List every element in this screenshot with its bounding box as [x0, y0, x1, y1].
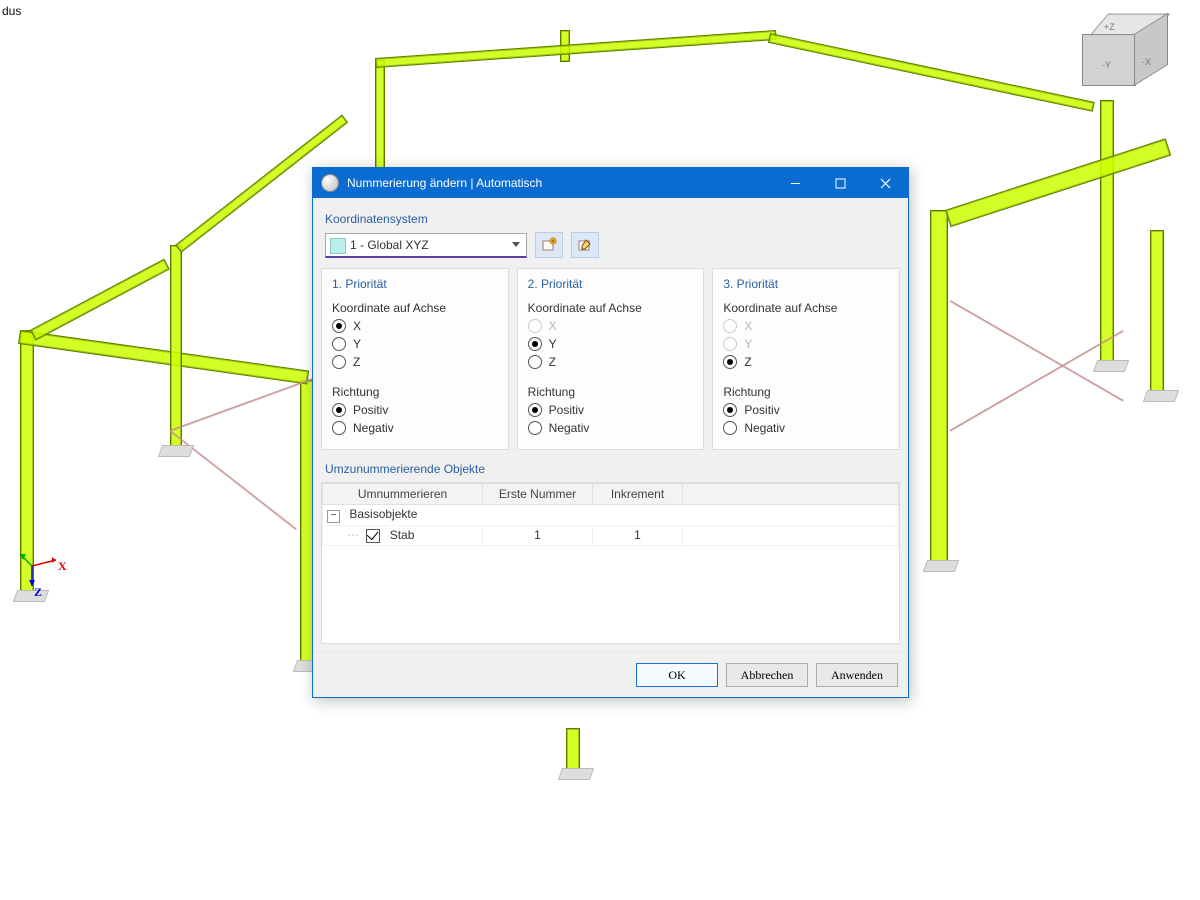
p2-axis-y[interactable]: Y	[528, 337, 694, 351]
dir-group-label: Richtung	[332, 385, 498, 399]
navcube-label: +Z	[1104, 22, 1115, 32]
p3-axis-x: X	[723, 319, 889, 333]
apply-button[interactable]: Anwenden	[816, 663, 898, 687]
row-checkbox[interactable]	[366, 529, 380, 543]
p3-dir-neg[interactable]: Negativ	[723, 421, 889, 435]
p1-dir-pos[interactable]: Positiv	[332, 403, 498, 417]
table-group-row[interactable]: − Basisobjekte	[323, 505, 899, 526]
col-spacer	[683, 484, 899, 505]
close-button[interactable]	[863, 168, 908, 198]
renumber-dialog: Nummerierung ändern | Automatisch Koordi…	[312, 167, 909, 698]
coord-color-swatch	[330, 238, 346, 254]
priority-1-title: 1. Priorität	[332, 277, 498, 291]
col-renumber[interactable]: Umnummerieren	[323, 484, 483, 505]
section-objects-label: Umzunummerierende Objekte	[325, 462, 896, 476]
p1-axis-y[interactable]: Y	[332, 337, 498, 351]
p3-dir-pos[interactable]: Positiv	[723, 403, 889, 417]
navcube-label: -X	[1142, 57, 1151, 67]
axis-group-label: Koordinate auf Achse	[723, 301, 889, 315]
maximize-button[interactable]	[818, 168, 863, 198]
ok-button[interactable]: OK	[636, 663, 718, 687]
p2-axis-z[interactable]: Z	[528, 355, 694, 369]
dialog-footer: OK Abbrechen Anwenden	[313, 652, 908, 697]
p3-axis-z[interactable]: Z	[723, 355, 889, 369]
row-increment[interactable]: 1	[593, 526, 683, 546]
p1-dir-neg[interactable]: Negativ	[332, 421, 498, 435]
row-first[interactable]: 1	[483, 526, 593, 546]
section-coord-label: Koordinatensystem	[325, 212, 896, 226]
axis-z-label: Z	[34, 586, 42, 598]
chevron-down-icon	[512, 242, 520, 247]
coord-system-value: 1 - Global XYZ	[350, 238, 429, 252]
dir-group-label: Richtung	[528, 385, 694, 399]
navcube-label: -Y	[1102, 60, 1111, 70]
table-row[interactable]: ⋯ Stab 1 1	[323, 526, 899, 546]
app-icon	[321, 174, 339, 192]
viewport: dus	[0, 0, 1200, 900]
p1-axis-z[interactable]: Z	[332, 355, 498, 369]
navigation-cube[interactable]: +Z -X -Y	[1082, 12, 1170, 100]
axis-group-label: Koordinate auf Achse	[528, 301, 694, 315]
axis-x-label: X	[58, 560, 67, 572]
cancel-button[interactable]: Abbrechen	[726, 663, 808, 687]
objects-table: Umnummerieren Erste Nummer Inkrement − B…	[322, 483, 899, 546]
p2-dir-pos[interactable]: Positiv	[528, 403, 694, 417]
dir-group-label: Richtung	[723, 385, 889, 399]
p2-dir-neg[interactable]: Negativ	[528, 421, 694, 435]
dialog-title: Nummerierung ändern | Automatisch	[347, 176, 773, 190]
coord-system-select[interactable]: 1 - Global XYZ	[325, 233, 527, 258]
priority-3-panel: 3. Priorität Koordinate auf Achse X Y Z …	[712, 268, 900, 450]
tree-branch-icon: ⋯	[347, 528, 363, 542]
new-coord-button[interactable]	[535, 232, 563, 258]
objects-table-wrap[interactable]: Umnummerieren Erste Nummer Inkrement − B…	[321, 482, 900, 644]
axis-gizmo: X Z	[14, 536, 74, 596]
row-label: Stab	[390, 528, 415, 542]
edit-coord-button[interactable]	[571, 232, 599, 258]
priority-2-panel: 2. Priorität Koordinate auf Achse X Y Z …	[517, 268, 705, 450]
col-increment[interactable]: Inkrement	[593, 484, 683, 505]
priority-1-panel: 1. Priorität Koordinate auf Achse X Y Z …	[321, 268, 509, 450]
tree-collapse-icon[interactable]: −	[327, 510, 340, 523]
p1-axis-x[interactable]: X	[332, 319, 498, 333]
dialog-titlebar[interactable]: Nummerierung ändern | Automatisch	[313, 168, 908, 198]
priority-2-title: 2. Priorität	[528, 277, 694, 291]
minimize-button[interactable]	[773, 168, 818, 198]
col-first[interactable]: Erste Nummer	[483, 484, 593, 505]
group-label: Basisobjekte	[349, 507, 417, 521]
axis-group-label: Koordinate auf Achse	[332, 301, 498, 315]
p2-axis-x: X	[528, 319, 694, 333]
priority-3-title: 3. Priorität	[723, 277, 889, 291]
p3-axis-y: Y	[723, 337, 889, 351]
